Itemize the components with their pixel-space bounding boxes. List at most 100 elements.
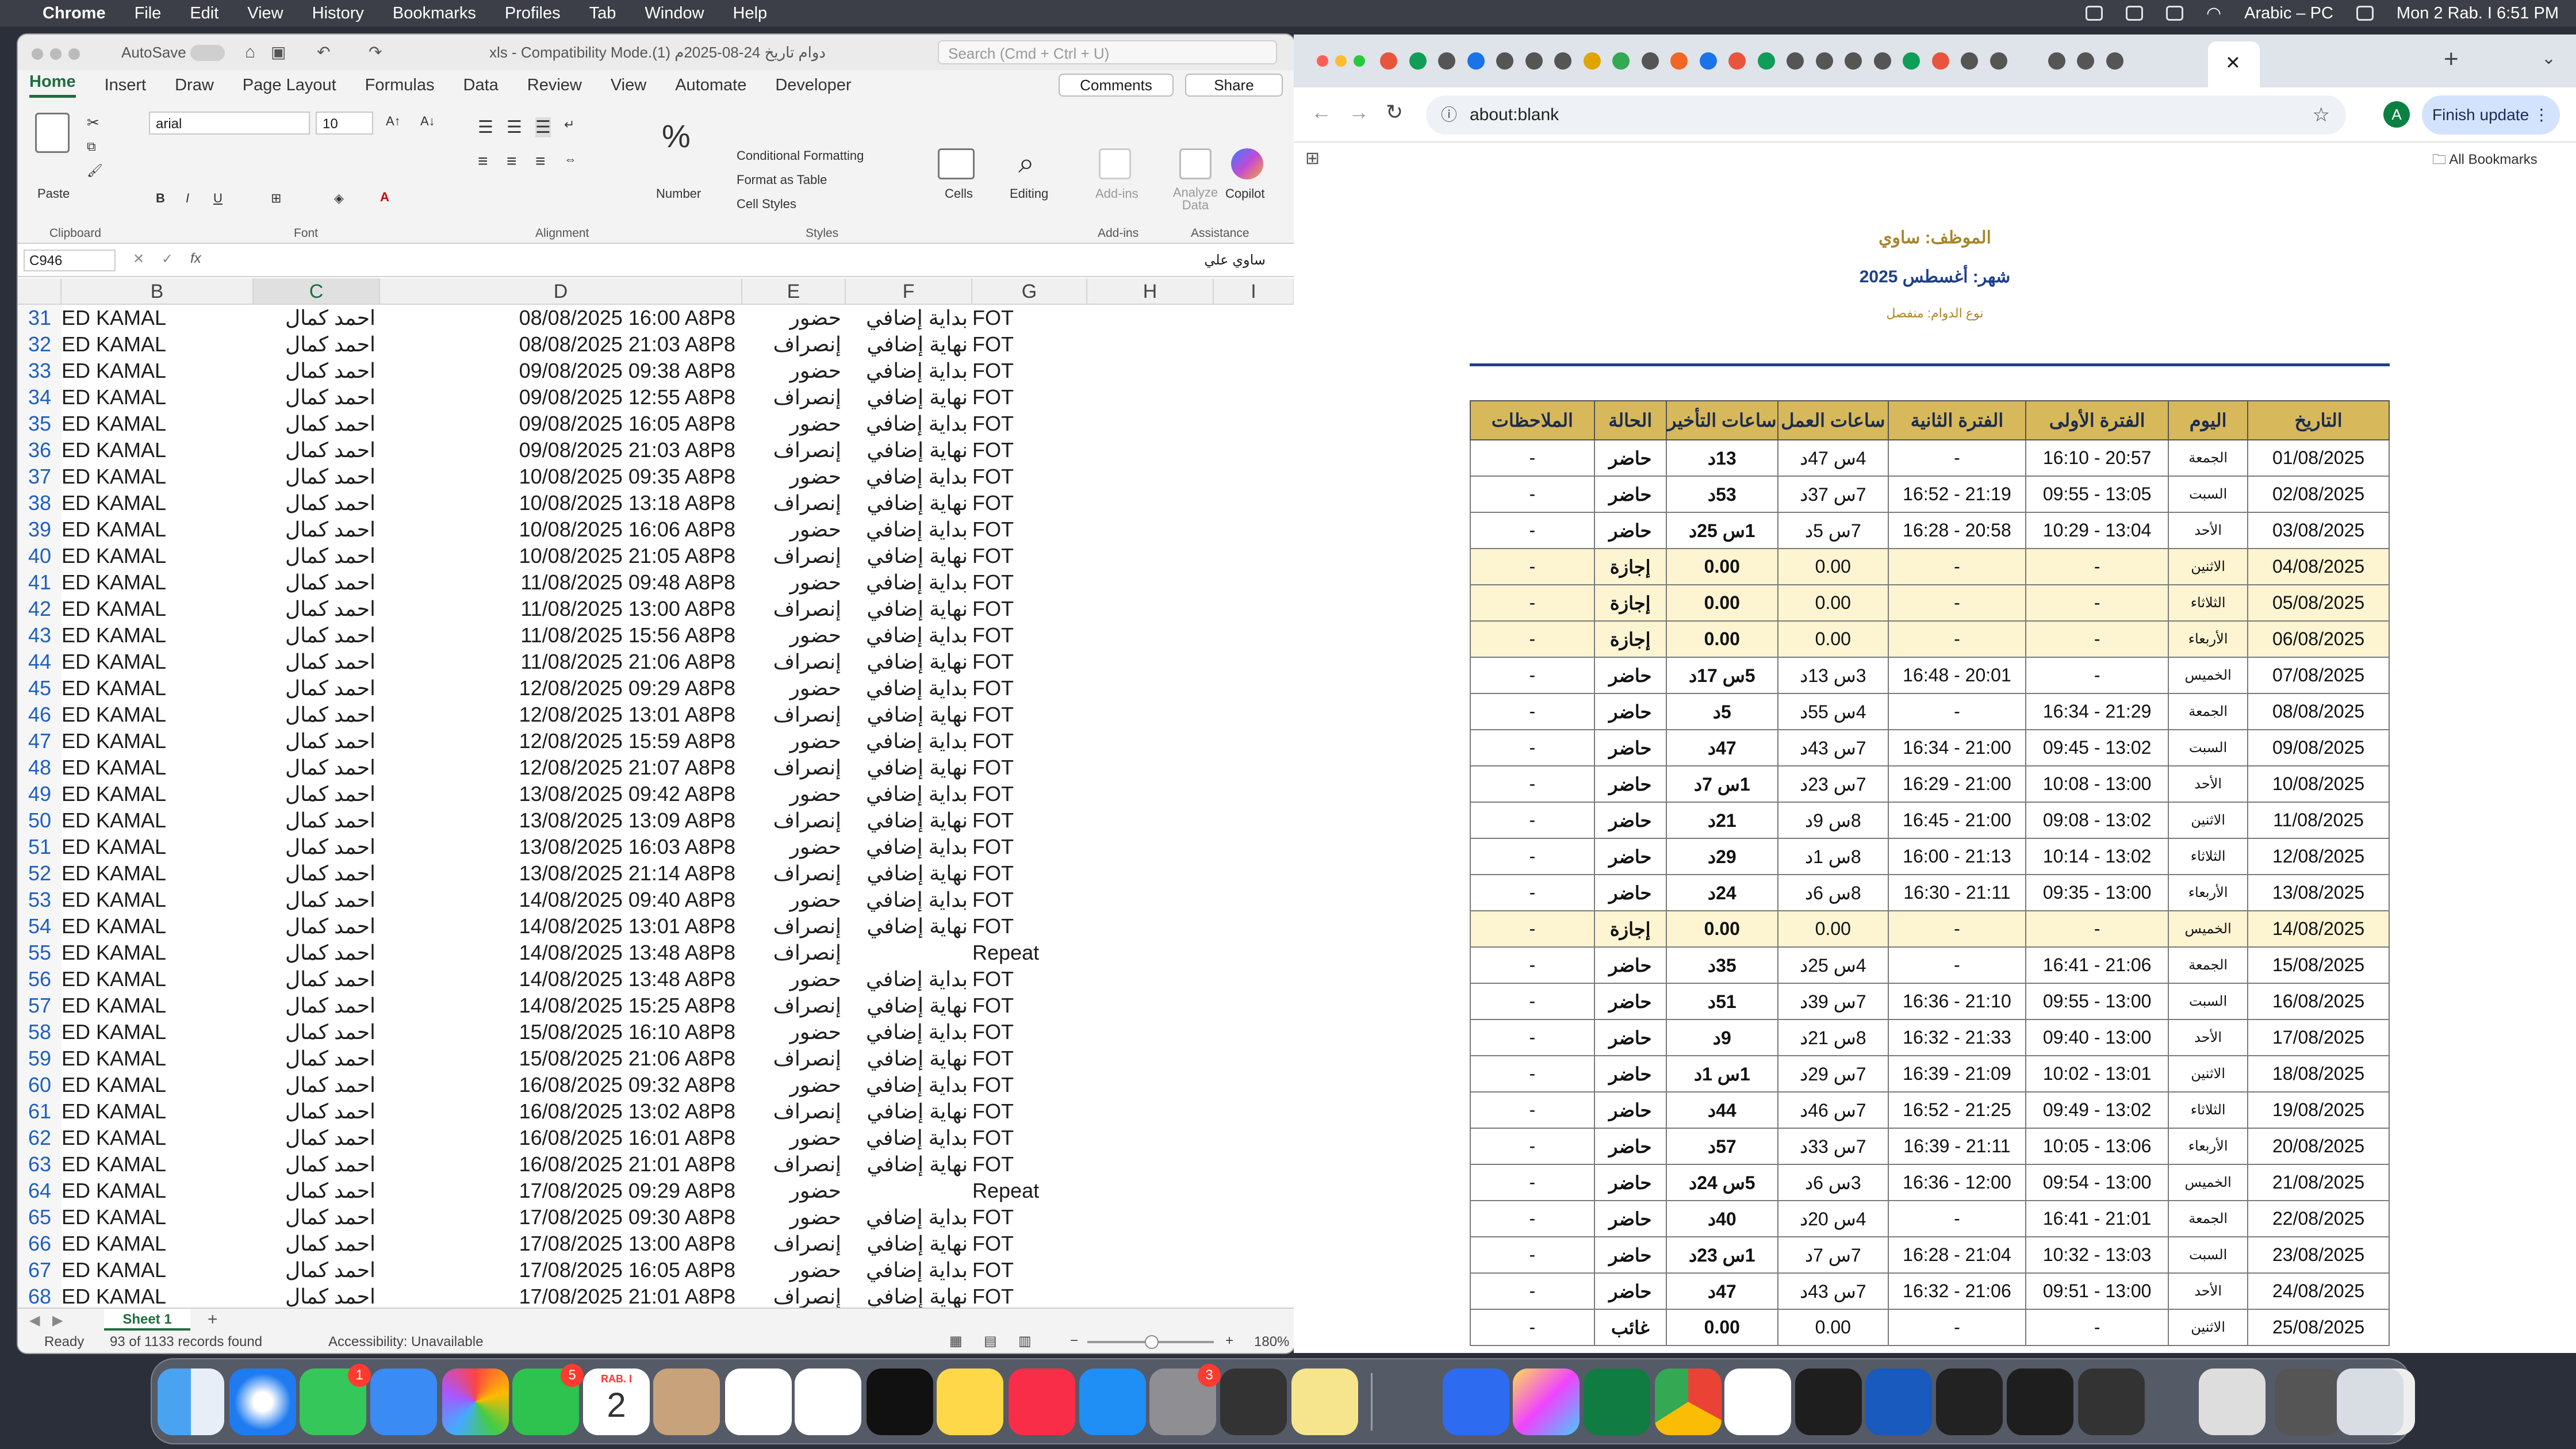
- cell-type[interactable]: إنصراف: [742, 1045, 846, 1072]
- cell-name-en[interactable]: ED KAMAL: [62, 305, 254, 331]
- cell-datetime[interactable]: 08/08/2025 16:00 A8P8: [380, 305, 742, 331]
- cell-name-ar[interactable]: احمد كمال: [254, 992, 380, 1019]
- row-number[interactable]: 52: [18, 860, 62, 887]
- cell-type[interactable]: حضور: [742, 1257, 846, 1283]
- tab-favicon-icon[interactable]: [1873, 52, 1891, 70]
- tab-page-layout[interactable]: Page Layout: [243, 76, 336, 95]
- fill-color-icon[interactable]: ◈: [334, 191, 344, 206]
- address-bar[interactable]: ⓘ about:blank ☆: [1426, 95, 2346, 135]
- cell-datetime[interactable]: 10/08/2025 21:05 A8P8: [380, 543, 742, 569]
- cancel-formula-icon[interactable]: ✕: [133, 251, 144, 267]
- cell-type[interactable]: إنصراف: [742, 1283, 846, 1308]
- paste-button[interactable]: Paste: [37, 186, 70, 201]
- cell-type[interactable]: إنصراف: [742, 331, 846, 358]
- page-layout-view-icon[interactable]: ▤: [984, 1333, 997, 1350]
- font-name-select[interactable]: arial: [149, 112, 310, 135]
- menu-bookmarks[interactable]: Bookmarks: [393, 4, 476, 23]
- cell-name-en[interactable]: ED KAMAL: [62, 860, 254, 887]
- cell-datetime[interactable]: 17/08/2025 16:05 A8P8: [380, 1257, 742, 1283]
- cell-name-ar[interactable]: احمد كمال: [254, 940, 380, 966]
- cell-type[interactable]: حضور: [742, 1125, 846, 1151]
- tab-favicon-icon[interactable]: [1961, 52, 1978, 70]
- column-header-h[interactable]: H: [1087, 278, 1214, 305]
- add-sheet-button[interactable]: +: [208, 1310, 218, 1329]
- close-window-button[interactable]: [32, 48, 43, 60]
- cell-type[interactable]: إنصراف: [742, 649, 846, 675]
- cell-name-ar[interactable]: احمد كمال: [254, 1151, 380, 1178]
- cell-name-ar[interactable]: احمد كمال: [254, 781, 380, 807]
- cut-icon[interactable]: ✂: [87, 114, 99, 132]
- font-color-icon[interactable]: A: [380, 190, 389, 205]
- row-number[interactable]: 66: [18, 1230, 62, 1257]
- row-number[interactable]: 57: [18, 992, 62, 1019]
- cell-name-en[interactable]: ED KAMAL: [62, 1283, 254, 1308]
- menu-edit[interactable]: Edit: [190, 4, 218, 23]
- cell-name-en[interactable]: ED KAMAL: [62, 1204, 254, 1230]
- cell-name-en[interactable]: ED KAMAL: [62, 384, 254, 411]
- cell-name-ar[interactable]: احمد كمال: [254, 754, 380, 781]
- zoom-window-button[interactable]: [1354, 55, 1365, 67]
- cell-name-ar[interactable]: احمد كمال: [254, 649, 380, 675]
- align-bottom-icon[interactable]: ☰: [535, 117, 551, 137]
- column-header-f[interactable]: F: [846, 278, 972, 305]
- cell-name-en[interactable]: ED KAMAL: [62, 702, 254, 728]
- wifi-icon[interactable]: ◠: [2206, 3, 2221, 24]
- cell-name-ar[interactable]: احمد كمال: [254, 860, 380, 887]
- cell-datetime[interactable]: 12/08/2025 09:29 A8P8: [380, 675, 742, 702]
- home-icon[interactable]: ⌂: [245, 43, 255, 62]
- tab-favicon-icon[interactable]: [1699, 52, 1717, 70]
- cell-datetime[interactable]: 16/08/2025 09:32 A8P8: [380, 1072, 742, 1098]
- cell-type[interactable]: إنصراف: [742, 543, 846, 569]
- cell-name-en[interactable]: ED KAMAL: [62, 437, 254, 463]
- tab-view[interactable]: View: [611, 76, 646, 95]
- photos-icon[interactable]: [442, 1368, 509, 1435]
- format-as-table-button[interactable]: Format as Table: [737, 172, 827, 187]
- cell-name-en[interactable]: ED KAMAL: [62, 411, 254, 437]
- cell-code[interactable]: FOT: [972, 754, 1087, 781]
- minimize-window-button[interactable]: [50, 48, 62, 60]
- cell-type[interactable]: حضور: [742, 463, 846, 490]
- cell-code[interactable]: FOT: [972, 966, 1087, 992]
- tab-favicon-icon[interactable]: [1554, 52, 1571, 70]
- tab-favicon-icon[interactable]: [1845, 52, 1862, 70]
- cell-extra[interactable]: بداية إضافي: [846, 358, 972, 384]
- cell-name-ar[interactable]: احمد كمال: [254, 675, 380, 702]
- cell-datetime[interactable]: 12/08/2025 13:01 A8P8: [380, 702, 742, 728]
- cell-extra[interactable]: نهاية إضافي: [846, 702, 972, 728]
- writer-icon[interactable]: [1724, 1368, 1791, 1435]
- tab-automate[interactable]: Automate: [675, 76, 746, 95]
- font-size-select[interactable]: 10: [316, 112, 373, 135]
- cell-code[interactable]: FOT: [972, 649, 1087, 675]
- cell-name-en[interactable]: ED KAMAL: [62, 543, 254, 569]
- cell-type[interactable]: حضور: [742, 1178, 846, 1204]
- site-info-icon[interactable]: ⓘ: [1441, 95, 1457, 135]
- cell-name-ar[interactable]: احمد كمال: [254, 966, 380, 992]
- cell-code[interactable]: FOT: [972, 596, 1087, 622]
- cell-name-ar[interactable]: احمد كمال: [254, 1125, 380, 1151]
- align-middle-icon[interactable]: ☰: [507, 117, 522, 137]
- wrap-text-icon[interactable]: ↵: [564, 117, 574, 132]
- cell-name-en[interactable]: ED KAMAL: [62, 1257, 254, 1283]
- trash-icon[interactable]: [2337, 1368, 2404, 1435]
- select-all-corner[interactable]: [18, 278, 62, 305]
- cell-code[interactable]: FOT: [972, 1125, 1087, 1151]
- cell-datetime[interactable]: 09/08/2025 21:03 A8P8: [380, 437, 742, 463]
- virtualbuddy-icon[interactable]: [1936, 1368, 2003, 1435]
- cell-type[interactable]: حضور: [742, 781, 846, 807]
- cell-name-en[interactable]: ED KAMAL: [62, 887, 254, 913]
- column-header-i[interactable]: I: [1214, 278, 1294, 305]
- cell-type[interactable]: إنصراف: [742, 490, 846, 516]
- cell-code[interactable]: FOT: [972, 1072, 1087, 1098]
- bold-button[interactable]: B: [156, 191, 165, 206]
- cell-name-ar[interactable]: احمد كمال: [254, 1072, 380, 1098]
- cell-extra[interactable]: نهاية إضافي: [846, 596, 972, 622]
- italic-button[interactable]: I: [186, 191, 189, 206]
- cell-extra[interactable]: بداية إضافي: [846, 463, 972, 490]
- cell-name-ar[interactable]: احمد كمال: [254, 1045, 380, 1072]
- cell-extra[interactable]: نهاية إضافي: [846, 490, 972, 516]
- borders-icon[interactable]: ⊞: [271, 191, 281, 206]
- cell-type[interactable]: إنصراف: [742, 913, 846, 940]
- cell-extra[interactable]: بداية إضافي: [846, 834, 972, 860]
- cell-name-ar[interactable]: احمد كمال: [254, 543, 380, 569]
- row-number[interactable]: 51: [18, 834, 62, 860]
